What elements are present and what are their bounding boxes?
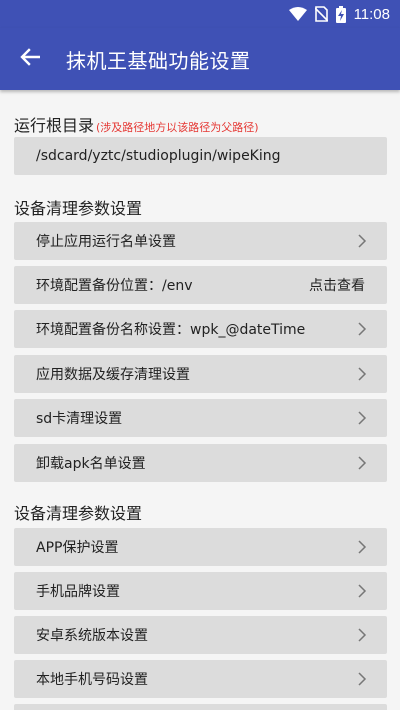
root-path-field[interactable]: /sdcard/yztc/studioplugin/wipeKing bbox=[14, 137, 387, 175]
chevron-right-icon bbox=[357, 456, 367, 470]
chevron-right-icon bbox=[357, 540, 367, 554]
app-bar: 抹机王基础功能设置 bbox=[0, 28, 400, 90]
row-label: sd卡清理设置 bbox=[36, 411, 123, 427]
root-dir-title-text: 运行根目录 bbox=[14, 116, 95, 135]
row-partial-next[interactable] bbox=[14, 704, 387, 710]
row-label: 应用数据及缓存清理设置 bbox=[36, 367, 190, 383]
row-stop-app-list[interactable]: 停止应用运行名单设置 bbox=[14, 222, 387, 260]
chevron-right-icon bbox=[357, 672, 367, 686]
row-uninstall-apk-list[interactable]: 卸载apk名单设置 bbox=[14, 444, 387, 482]
row-app-data-cache[interactable]: 应用数据及缓存清理设置 bbox=[14, 355, 387, 393]
row-android-version[interactable]: 安卓系统版本设置 bbox=[14, 616, 387, 654]
row-label: 手机品牌设置 bbox=[36, 584, 120, 600]
chevron-right-icon bbox=[357, 584, 367, 598]
chevron-right-icon bbox=[357, 628, 367, 642]
section-title-device: 设备清理参数设置 bbox=[14, 504, 143, 523]
no-sim-icon bbox=[314, 6, 328, 22]
row-sd-card-cleanup[interactable]: sd卡清理设置 bbox=[14, 399, 387, 437]
row-label: APP保护设置 bbox=[36, 540, 119, 556]
row-label: 环境配置备份名称设置：wpk_@dateTime bbox=[36, 322, 306, 338]
status-time: 11:08 bbox=[353, 5, 390, 23]
row-env-backup-location[interactable]: 环境配置备份位置：/env 点击查看 bbox=[14, 266, 387, 304]
row-label: 卸载apk名单设置 bbox=[36, 456, 146, 472]
root-path-value: /sdcard/yztc/studioplugin/wipeKing bbox=[36, 148, 281, 164]
wifi-icon bbox=[288, 7, 307, 21]
row-label: 本地手机号码设置 bbox=[36, 672, 148, 688]
row-phone-brand[interactable]: 手机品牌设置 bbox=[14, 572, 387, 610]
row-env-backup-name[interactable]: 环境配置备份名称设置：wpk_@dateTime bbox=[14, 310, 387, 348]
settings-content[interactable]: 运行根目录 (涉及路径地方以该路径为父路径) /sdcard/yztc/studi… bbox=[0, 90, 400, 710]
row-label: 环境配置备份位置：/env bbox=[36, 278, 193, 294]
view-button[interactable]: 点击查看 bbox=[309, 275, 365, 295]
row-app-protection[interactable]: APP保护设置 bbox=[14, 528, 387, 566]
section-title-cleanup: 设备清理参数设置 bbox=[14, 199, 143, 218]
root-dir-note: (涉及路径地方以该路径为父路径) bbox=[96, 121, 259, 134]
root-dir-title: 运行根目录 (涉及路径地方以该路径为父路径) bbox=[14, 112, 259, 136]
chevron-right-icon bbox=[357, 411, 367, 425]
arrow-left-icon bbox=[20, 48, 41, 70]
chevron-right-icon bbox=[357, 234, 367, 248]
chevron-right-icon bbox=[357, 367, 367, 381]
row-local-phone-number[interactable]: 本地手机号码设置 bbox=[14, 660, 387, 698]
row-label: 停止应用运行名单设置 bbox=[36, 234, 176, 250]
row-label: 安卓系统版本设置 bbox=[36, 628, 148, 644]
chevron-right-icon bbox=[357, 322, 367, 336]
status-bar: 11:08 bbox=[0, 0, 400, 28]
back-button[interactable] bbox=[0, 28, 60, 90]
page-title: 抹机王基础功能设置 bbox=[66, 48, 251, 73]
battery-charging-icon bbox=[335, 5, 346, 23]
